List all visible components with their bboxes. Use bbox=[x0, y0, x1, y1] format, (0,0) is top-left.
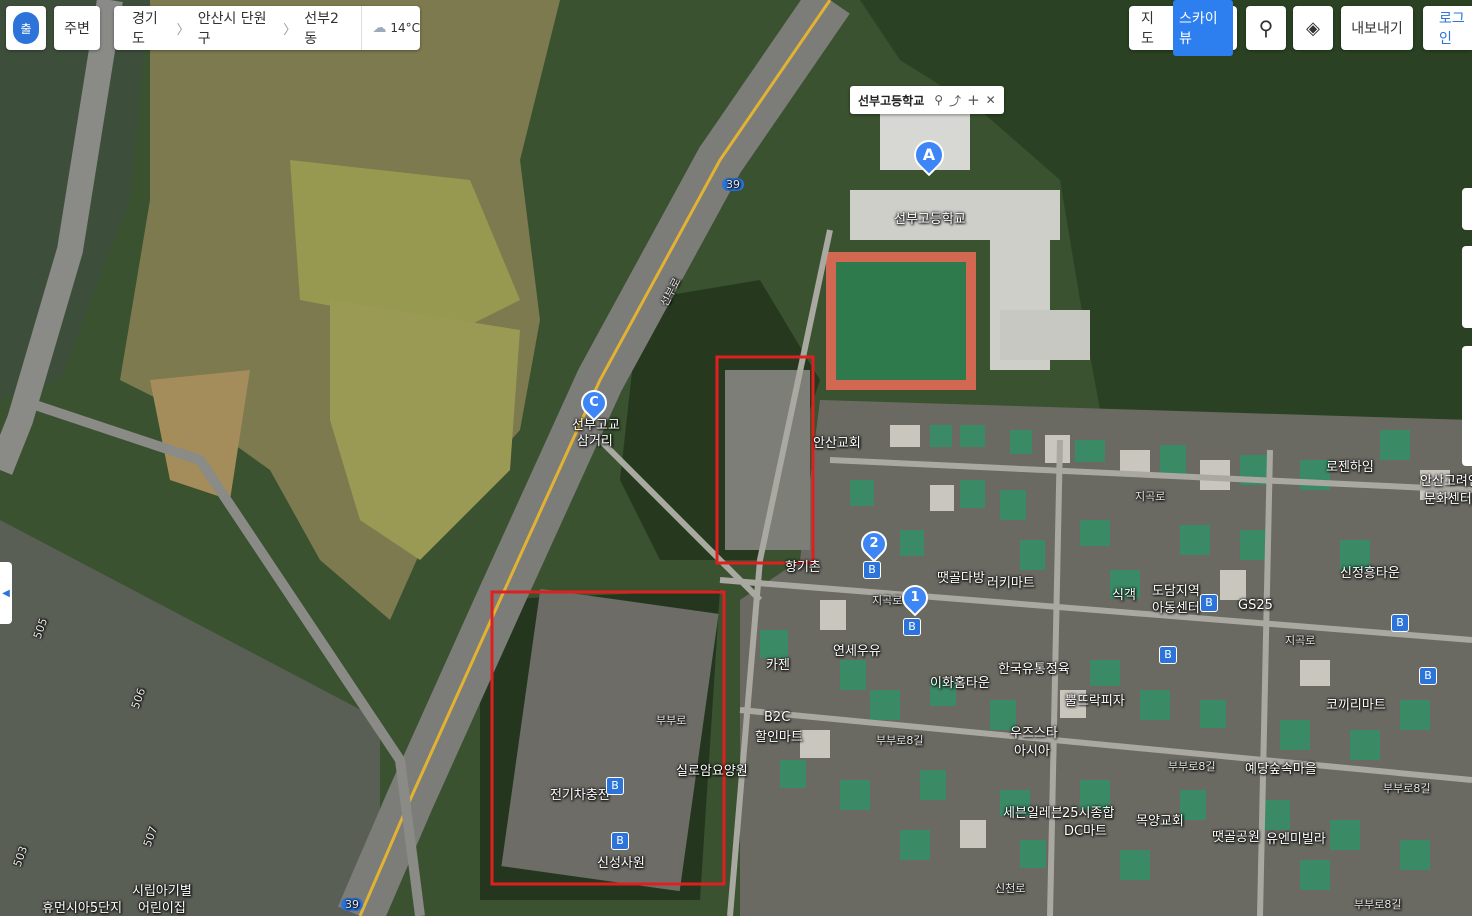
school-label[interactable]: 선부고등학교 bbox=[894, 208, 966, 227]
breadcrumb: 경기도 〉 안산시 단원구 〉 선부2동 ☁ 14°C bbox=[114, 6, 420, 50]
map-type-toggle: 지도 스카이뷰 bbox=[1129, 0, 1237, 56]
seven-eleven-label[interactable]: 세븐일레븐 bbox=[1003, 802, 1063, 821]
road-bubu8-label: 부부로8길 bbox=[1168, 760, 1216, 773]
cloud-icon: ☁ bbox=[372, 20, 387, 36]
skyview-button[interactable]: 스카이뷰 bbox=[1173, 0, 1233, 56]
map-view-button[interactable]: 지도 bbox=[1133, 8, 1173, 48]
yeonse-milk-label[interactable]: 연세우유 bbox=[833, 640, 881, 659]
logo-icon: 출 bbox=[13, 12, 39, 44]
daycare-label[interactable]: 어린이집 bbox=[138, 897, 186, 916]
dc-mart-label[interactable]: 25시종합 bbox=[1062, 802, 1114, 821]
panel-toggle-button[interactable]: ◀ bbox=[0, 562, 12, 624]
korea-meat-label[interactable]: 한국유통정육 bbox=[998, 658, 1070, 677]
ihwa-label[interactable]: 이화홈타운 bbox=[930, 672, 990, 691]
apartment-label[interactable]: 휴먼시아5단지 bbox=[42, 897, 122, 916]
place-popup[interactable]: 선부고등학교 ⚲ ⤴ + ✕ bbox=[850, 86, 1004, 114]
close-icon[interactable]: ✕ bbox=[986, 93, 996, 107]
nearby-button[interactable]: 주변 bbox=[54, 6, 100, 50]
leki-mart-label[interactable]: 러키마트 bbox=[987, 572, 1035, 591]
road-jigok-label: 지곡로 bbox=[1135, 490, 1166, 503]
location-pin-button[interactable]: ⚲ bbox=[1246, 6, 1286, 50]
chevron-right-icon: 〉 bbox=[283, 22, 297, 38]
location-pin-icon: ⚲ bbox=[1258, 16, 1274, 40]
bus-stop-icon[interactable]: B bbox=[1200, 594, 1218, 612]
lozen-label[interactable]: 로젠하임 bbox=[1326, 456, 1374, 475]
breadcrumb-province[interactable]: 경기도 bbox=[132, 8, 169, 48]
road-sincheon-label: 신천로 bbox=[995, 882, 1026, 895]
road-39-badge: 39 bbox=[341, 898, 363, 911]
layers-icon: ◈ bbox=[1306, 17, 1320, 39]
mokyang-label[interactable]: 목양교회 bbox=[1136, 810, 1184, 829]
ttaetgol-park-label[interactable]: 땟골공원 bbox=[1212, 826, 1260, 845]
zoom-control[interactable] bbox=[1462, 246, 1472, 328]
road-bubu8-label: 부부로8길 bbox=[876, 734, 924, 747]
hyanggi-label[interactable]: 향기촌 bbox=[785, 556, 821, 575]
side-tool-tab[interactable] bbox=[1462, 346, 1472, 466]
road-bubu8-label: 부부로8길 bbox=[1354, 898, 1402, 911]
gs25-label[interactable]: GS25 bbox=[1238, 598, 1273, 613]
b2c-label[interactable]: 할인마트 bbox=[755, 726, 803, 745]
chevron-left-icon: ◀ bbox=[2, 587, 10, 599]
logo-button[interactable]: 출 bbox=[6, 6, 46, 50]
route-icon[interactable]: ⤴ bbox=[949, 92, 961, 109]
sinseong-label[interactable]: 신성사원 bbox=[597, 852, 645, 871]
weather-value: 14°C bbox=[390, 21, 421, 35]
sikgaek-label[interactable]: 식객 bbox=[1112, 584, 1136, 603]
bus-stop-icon[interactable]: B bbox=[611, 832, 629, 850]
woozoo-label[interactable]: 아시아 bbox=[1014, 740, 1050, 759]
login-button[interactable]: 로그인 bbox=[1423, 6, 1472, 50]
ev-charge-label[interactable]: 전기차충전 bbox=[550, 784, 610, 803]
bus-stop-icon[interactable]: B bbox=[1159, 646, 1177, 664]
crossroad-label[interactable]: 삼거리 bbox=[577, 430, 613, 449]
road-jigok-label: 지곡로 bbox=[872, 594, 903, 607]
dodam-label[interactable]: 아동센터 bbox=[1152, 597, 1200, 616]
youen-villa-label[interactable]: 유엔미빌라 bbox=[1266, 828, 1326, 847]
ansan-church-label[interactable]: 안산교회 bbox=[813, 432, 861, 451]
goryeo-center-label[interactable]: 안산고려인 bbox=[1420, 470, 1472, 489]
divider bbox=[361, 6, 363, 50]
woozoo-label[interactable]: 우즈스타 bbox=[1010, 722, 1058, 741]
b2c-label[interactable]: B2C bbox=[764, 710, 790, 725]
popup-title: 선부고등학교 bbox=[858, 93, 925, 108]
pin-icon[interactable]: ⚲ bbox=[934, 93, 943, 107]
bus-stop-icon[interactable]: B bbox=[863, 561, 881, 579]
side-tool-tab[interactable] bbox=[1462, 188, 1472, 230]
siloam-label[interactable]: 실로암요양원 bbox=[676, 760, 748, 779]
goryeo-center-label[interactable]: 문화센터 bbox=[1424, 488, 1472, 507]
export-button[interactable]: 내보내기 bbox=[1341, 6, 1413, 50]
breadcrumb-dong[interactable]: 선부2동 bbox=[304, 8, 349, 48]
yedang-label[interactable]: 예당숲속마을 bbox=[1245, 758, 1317, 777]
layers-button[interactable]: ◈ bbox=[1293, 6, 1333, 50]
bus-stop-icon[interactable]: B bbox=[903, 618, 921, 636]
kajen-label[interactable]: 카젠 bbox=[766, 654, 790, 673]
road-bubu-label: 부부로 bbox=[656, 714, 687, 727]
sinjeong-label[interactable]: 신정흥타운 bbox=[1340, 562, 1400, 581]
bus-stop-icon[interactable]: B bbox=[1391, 614, 1409, 632]
breadcrumb-city[interactable]: 안산시 단원구 bbox=[198, 8, 276, 48]
ttaetgol-dabang-label[interactable]: 땟골다방 bbox=[937, 567, 985, 586]
road-39-badge: 39 bbox=[722, 178, 744, 191]
bus-stop-icon[interactable]: B bbox=[606, 777, 624, 795]
road-bubu8-label: 부부로8길 bbox=[1383, 782, 1431, 795]
pizza-label[interactable]: 뿔뜨락피자 bbox=[1065, 690, 1125, 709]
kokkiri-label[interactable]: 코끼리마트 bbox=[1326, 694, 1386, 713]
road-jigok-label: 지곡로 bbox=[1285, 634, 1316, 647]
dc-mart-label[interactable]: DC마트 bbox=[1064, 820, 1107, 839]
chevron-right-icon: 〉 bbox=[176, 22, 190, 38]
bus-stop-icon[interactable]: B bbox=[1419, 667, 1437, 685]
add-icon[interactable]: + bbox=[967, 91, 980, 109]
